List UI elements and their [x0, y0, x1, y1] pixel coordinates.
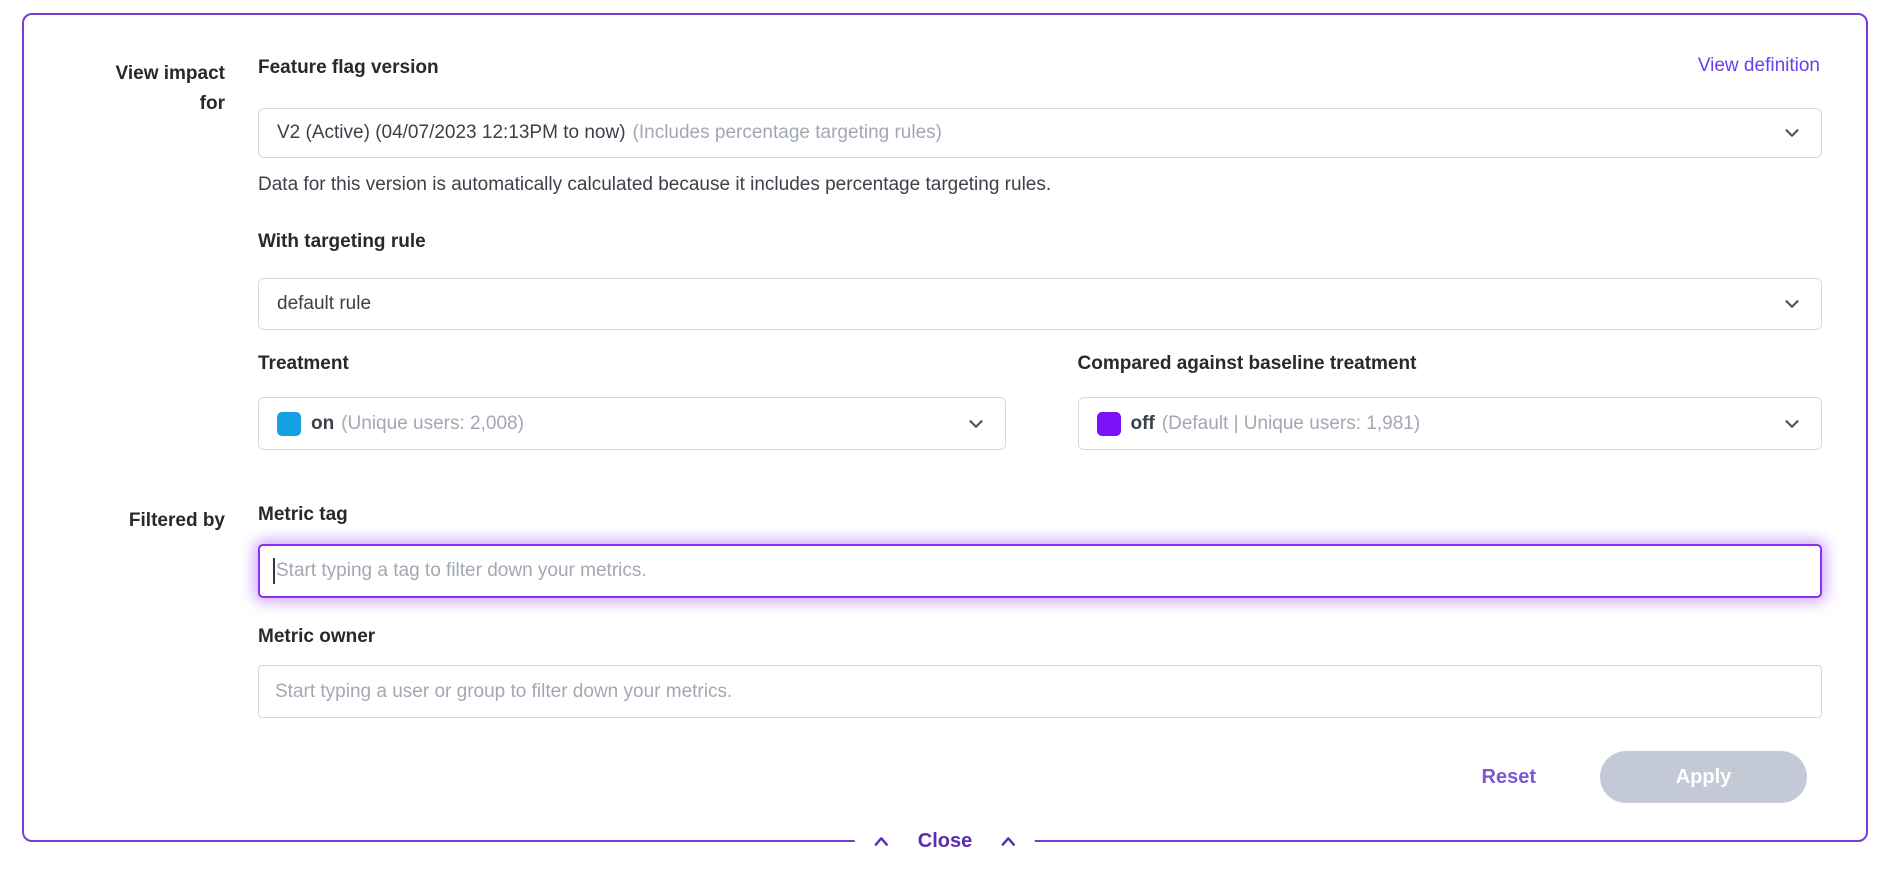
actions-row: Reset Apply: [258, 751, 1822, 803]
treatment-selects-row: on (Unique users: 2,008) off (Default | …: [258, 375, 1822, 450]
close-button-label: Close: [918, 830, 972, 853]
metric-tag-input[interactable]: [258, 544, 1822, 598]
treatment-labels-row: Treatment Compared against baseline trea…: [258, 353, 1822, 375]
view-impact-section: Feature flag version V2 (Active) (04/07/…: [258, 57, 1822, 450]
metric-tag-label: Metric tag: [258, 504, 1822, 526]
metric-tag-input-wrap: [258, 544, 1822, 598]
close-panel-button[interactable]: Close: [855, 825, 1035, 857]
chevron-up-icon: [999, 834, 1018, 849]
baseline-treatment-label: Compared against baseline treatment: [1078, 353, 1823, 375]
baseline-treatment-select[interactable]: off (Default | Unique users: 1,981): [1078, 397, 1823, 450]
feature-flag-version-value-note: (Includes percentage targeting rules): [633, 122, 942, 144]
metric-owner-input[interactable]: [258, 665, 1822, 718]
reset-button[interactable]: Reset: [1482, 766, 1536, 789]
targeting-rule-value: default rule: [277, 293, 371, 315]
metric-owner-label: Metric owner: [258, 626, 1822, 648]
impact-filter-panel: View definition View impact for Feature …: [22, 13, 1868, 842]
baseline-color-swatch: [1097, 412, 1121, 436]
targeting-rule-select[interactable]: default rule: [258, 278, 1822, 330]
filter-form: View impact for Feature flag version V2 …: [24, 15, 1866, 803]
chevron-down-icon: [1781, 293, 1803, 315]
feature-flag-version-value: V2 (Active) (04/07/2023 12:13PM to now): [277, 122, 626, 144]
feature-flag-version-select[interactable]: V2 (Active) (04/07/2023 12:13PM to now) …: [258, 108, 1822, 158]
treatment-value: on: [311, 413, 334, 435]
view-impact-for-label: View impact for: [24, 57, 225, 450]
metric-owner-input-wrap: [258, 665, 1822, 718]
version-helper-text: Data for this version is automatically c…: [258, 174, 1822, 196]
chevron-down-icon: [1781, 413, 1803, 435]
treatment-color-swatch: [277, 412, 301, 436]
chevron-down-icon: [1781, 122, 1803, 144]
baseline-treatment-value: off: [1131, 413, 1155, 435]
view-definition-link[interactable]: View definition: [1698, 55, 1820, 77]
apply-button[interactable]: Apply: [1600, 751, 1807, 803]
treatment-label: Treatment: [258, 353, 1006, 375]
chevron-up-icon: [872, 834, 891, 849]
view-impact-for-label-line2: for: [24, 89, 225, 119]
treatment-select[interactable]: on (Unique users: 2,008): [258, 397, 1006, 450]
view-impact-for-label-line1: View impact: [24, 59, 225, 89]
text-cursor: [273, 558, 275, 584]
filtered-by-section: Metric tag Metric owner Reset Apply: [258, 450, 1822, 803]
targeting-rule-label: With targeting rule: [258, 231, 1822, 253]
chevron-down-icon: [965, 413, 987, 435]
treatment-value-note: (Unique users: 2,008): [341, 413, 524, 435]
feature-flag-version-label: Feature flag version: [258, 57, 1822, 79]
baseline-treatment-value-note: (Default | Unique users: 1,981): [1162, 413, 1420, 435]
filtered-by-label: Filtered by: [24, 450, 225, 803]
